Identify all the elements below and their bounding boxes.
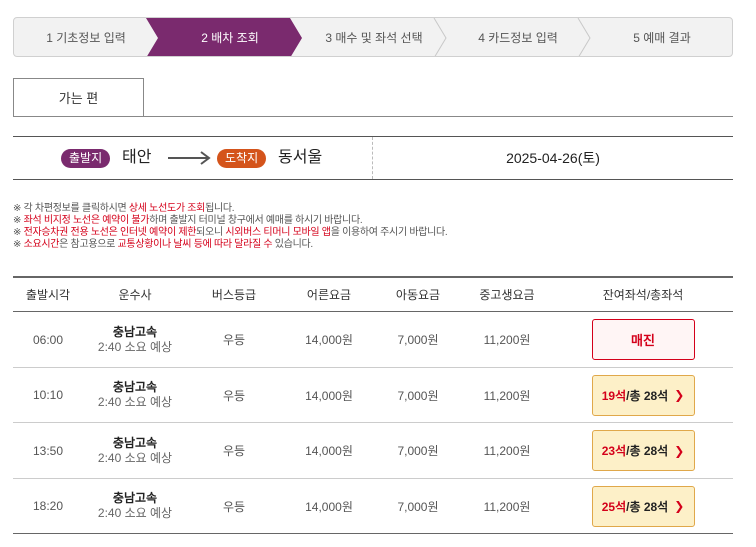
travel-duration: 2:40 소요 예상 bbox=[97, 339, 173, 354]
seat-cell: 매진 bbox=[555, 312, 731, 367]
operator-name: 충남고속 bbox=[112, 491, 158, 505]
youth-fare: 11,200원 bbox=[483, 388, 531, 403]
col-operator: 운수사 bbox=[118, 288, 152, 302]
sold-out-button[interactable]: 매진 bbox=[591, 319, 695, 360]
notice-list: ※ 각 차편정보를 클릭하시면 상세 노선도가 조회됩니다. ※ 좌석 비지정 … bbox=[13, 203, 448, 251]
departure-city: 태안 bbox=[122, 149, 152, 166]
travel-duration: 2:40 소요 예상 bbox=[97, 506, 173, 520]
col-departure-time: 출발시각 bbox=[25, 288, 71, 302]
operator-cell: 충남고속 2:40 소요 예상 bbox=[83, 479, 187, 534]
col-child-fare: 아동요금 bbox=[395, 288, 441, 302]
col-bus-grade: 버스등급 bbox=[211, 288, 257, 302]
total-seats: /총 28석 bbox=[626, 388, 669, 403]
youth-fare: 11,200원 bbox=[483, 333, 531, 347]
chevron-right-icon: ❯ bbox=[674, 443, 685, 458]
operator-cell: 충남고속 2:40 소요 예상 bbox=[83, 312, 187, 367]
operator-name: 충남고속 bbox=[112, 435, 158, 450]
notice-travel-time: ※ 소요시간은 참고용으로 교통상황이나 날씨 등에 따라 달라질 수 있습니다… bbox=[13, 239, 313, 250]
chevron-right-icon: ❯ bbox=[674, 499, 685, 513]
youth-fare: 11,200원 bbox=[483, 444, 531, 458]
child-fare: 7,000원 bbox=[397, 499, 439, 514]
child-fare: 7,000원 bbox=[397, 444, 439, 458]
col-youth-fare: 중고생요금 bbox=[479, 288, 535, 302]
total-seats: /총 28석 bbox=[626, 499, 669, 514]
select-seat-button[interactable]: 25석 /총 28석 ❯ bbox=[591, 485, 695, 527]
remaining-seats: 23석 bbox=[601, 444, 627, 458]
departure-date: 2025-04-26(토) bbox=[506, 150, 600, 166]
adult-fare: 14,000원 bbox=[305, 499, 353, 514]
operator-name: 충남고속 bbox=[112, 324, 158, 339]
adult-fare: 14,000원 bbox=[305, 388, 353, 403]
bus-grade: 우등 bbox=[222, 333, 246, 347]
select-seat-button[interactable]: 23석 /총 28석 ❯ bbox=[591, 430, 695, 471]
col-adult-fare: 어른요금 bbox=[306, 288, 352, 302]
select-seat-button[interactable]: 19석 /총 28석 ❯ bbox=[591, 374, 695, 416]
adult-fare: 14,000원 bbox=[305, 444, 353, 458]
table-row[interactable]: 06:00 충남고속 2:40 소요 예상 우등 14,000원 7,000원 … bbox=[13, 312, 733, 368]
remaining-seats: 19석 bbox=[601, 388, 627, 403]
table-row[interactable]: 18:20 충남고속 2:40 소요 예상 우등 14,000원 7,000원 … bbox=[13, 479, 733, 534]
operator-cell: 충남고속 2:40 소요 예상 bbox=[83, 423, 187, 478]
departure-badge: 출발지 bbox=[61, 149, 111, 168]
table-row[interactable]: 13:50 충남고속 2:40 소요 예상 우등 14,000원 7,000원 … bbox=[13, 423, 733, 479]
long-right-arrow-icon bbox=[168, 151, 211, 165]
seat-cell: 25석 /총 28석 ❯ bbox=[555, 479, 731, 534]
operator-name: 충남고속 bbox=[112, 380, 158, 394]
bus-grade: 우등 bbox=[222, 444, 246, 458]
step-result: 5 예매 결과 bbox=[633, 31, 691, 45]
route-summary: 출발지 태안 도착지 동서울 2025-04-26(토) bbox=[13, 136, 733, 180]
total-seats: /총 28석 bbox=[626, 444, 669, 458]
departure-time: 10:10 bbox=[32, 388, 64, 402]
arrival-city: 동서울 bbox=[278, 149, 323, 166]
tab-underline bbox=[13, 116, 733, 117]
step-seat-select: 3 매수 및 좌석 선택 bbox=[325, 31, 423, 45]
departure-time: 06:00 bbox=[32, 332, 64, 347]
operator-cell: 충남고속 2:40 소요 예상 bbox=[83, 368, 187, 423]
col-seats: 잔여좌석/총좌석 bbox=[602, 288, 684, 302]
notice-mobile-ticket: ※ 전자승차권 전용 노선은 인터넷 예약이 제한되오니 시외버스 티머니 모바… bbox=[13, 227, 448, 238]
seat-cell: 19석 /총 28석 ❯ bbox=[555, 368, 731, 423]
chevron-right-icon: ❯ bbox=[674, 388, 685, 402]
step-basic-info: 1 기초정보 입력 bbox=[46, 31, 126, 45]
departure-time: 18:20 bbox=[32, 499, 64, 513]
bus-grade: 우등 bbox=[222, 499, 246, 514]
table-row[interactable]: 10:10 충남고속 2:40 소요 예상 우등 14,000원 7,000원 … bbox=[13, 368, 733, 423]
route-divider bbox=[372, 137, 373, 179]
step-schedule-lookup: 2 배차 조회 bbox=[201, 31, 259, 45]
reservation-steps: 1 기초정보 입력 2 배차 조회 3 매수 및 좌석 선택 4 카드정보 입력… bbox=[13, 17, 733, 57]
adult-fare: 14,000원 bbox=[305, 333, 353, 347]
notice-route-map: ※ 각 차편정보를 클릭하시면 상세 노선도가 조회됩니다. bbox=[13, 203, 235, 214]
child-fare: 7,000원 bbox=[397, 333, 439, 347]
departure-time: 13:50 bbox=[32, 443, 64, 458]
youth-fare: 11,200원 bbox=[483, 499, 531, 514]
seat-cell: 23석 /총 28석 ❯ bbox=[555, 423, 731, 478]
table-header: 출발시각 운수사 버스등급 어른요금 아동요금 중고생요금 잔여좌석/총좌석 bbox=[13, 276, 733, 312]
tab-outbound[interactable]: 가는 편 bbox=[13, 78, 144, 117]
travel-duration: 2:40 소요 예상 bbox=[97, 450, 173, 465]
step-card-info: 4 카드정보 입력 bbox=[478, 31, 558, 45]
notice-unassigned-seat: ※ 좌석 비지정 노선은 예약이 불가하며 출발지 터미널 창구에서 예매를 하… bbox=[13, 215, 363, 226]
remaining-seats: 25석 bbox=[601, 499, 627, 514]
schedule-table: 출발시각 운수사 버스등급 어른요금 아동요금 중고생요금 잔여좌석/총좌석 0… bbox=[13, 276, 733, 534]
arrival-badge: 도착지 bbox=[217, 149, 267, 168]
travel-duration: 2:40 소요 예상 bbox=[97, 395, 173, 409]
child-fare: 7,000원 bbox=[397, 388, 439, 403]
bus-grade: 우등 bbox=[222, 388, 246, 403]
